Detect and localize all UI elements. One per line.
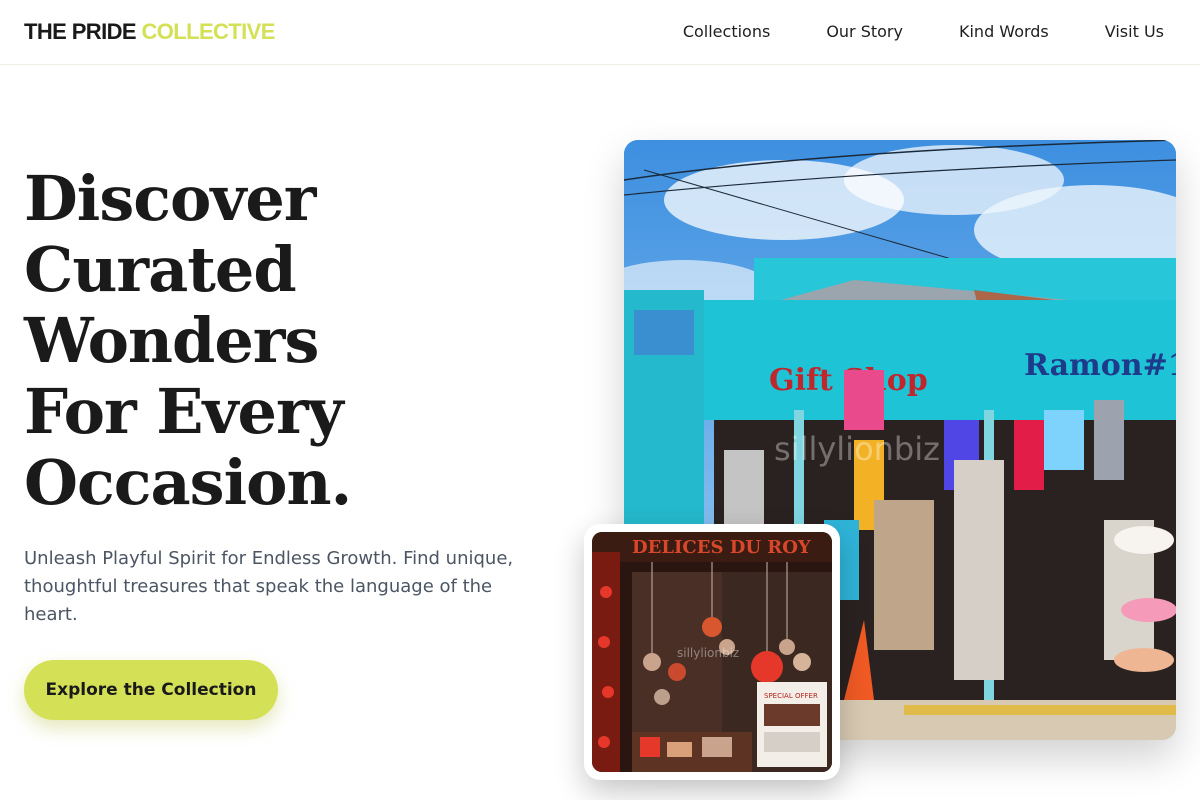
hero-title: Discover Curated Wonders For Every Occas… [24, 163, 544, 518]
hero-title-line: Wonders [24, 304, 319, 377]
hero-title-line: Discover [24, 162, 316, 235]
brand-name-accent: COLLECTIVE [141, 19, 275, 44]
nav-link-our-story[interactable]: Our Story [826, 22, 903, 42]
storefront-offer-card: SPECIAL OFFER [764, 692, 818, 700]
nav-link-visit-us[interactable]: Visit Us [1105, 22, 1164, 42]
storefront-sign: DELICES DU ROY [632, 537, 812, 558]
main-nav: Collections Our Story Kind Words Visit U… [683, 22, 1164, 42]
storefront-photo: DELICES DU ROY SPECIAL OFFER sillylionbi… [592, 532, 832, 772]
nav-link-collections[interactable]: Collections [683, 22, 770, 42]
main-photo-watermark: sillylionbiz [774, 430, 940, 468]
brand-name-primary: THE PRIDE [24, 19, 137, 44]
hero-title-line: For Every [24, 375, 344, 448]
brand-logo[interactable]: THE PRIDE COLLECTIVE [24, 19, 275, 45]
small-photo-watermark: sillylionbiz [677, 646, 739, 660]
storefront-photo-card: DELICES DU ROY SPECIAL OFFER sillylionbi… [584, 524, 840, 780]
ramon-sign: Ramon#1 [1024, 348, 1176, 383]
site-header: THE PRIDE COLLECTIVE Collections Our Sto… [0, 0, 1200, 65]
hero-title-line: Occasion. [24, 446, 352, 519]
explore-collection-button[interactable]: Explore the Collection [24, 660, 278, 720]
hero-title-line: Curated [24, 233, 297, 306]
hero-subtitle: Unleash Playful Spirit for Endless Growt… [24, 548, 514, 625]
nav-link-kind-words[interactable]: Kind Words [959, 22, 1049, 42]
